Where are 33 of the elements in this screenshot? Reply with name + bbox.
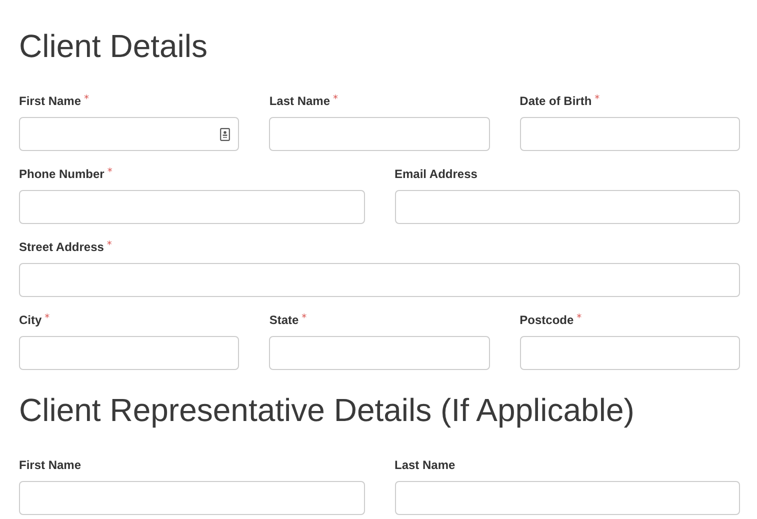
field-label: Last Name — [394, 458, 456, 473]
contact-card-icon[interactable] — [220, 128, 230, 140]
input-field[interactable] — [394, 190, 740, 224]
required-mark: * — [84, 94, 90, 106]
input-field[interactable] — [19, 263, 740, 297]
required-mark: * — [594, 94, 600, 106]
field-label: Postcode — [520, 313, 574, 328]
required-mark: * — [44, 313, 50, 325]
section-heading: Client Details — [19, 27, 209, 66]
field-label: Street Address — [19, 240, 104, 255]
input-field[interactable] — [19, 117, 240, 151]
required-mark: * — [302, 313, 307, 325]
required-mark: * — [106, 240, 112, 252]
required-mark: * — [576, 313, 582, 325]
input-field[interactable] — [19, 336, 240, 370]
input-field[interactable] — [19, 481, 364, 515]
field-label: City — [19, 313, 42, 328]
required-mark: * — [333, 94, 338, 106]
input-field[interactable] — [269, 336, 490, 370]
input-field[interactable] — [269, 117, 490, 151]
input-field[interactable] — [394, 481, 740, 515]
field-label: First Name — [19, 94, 82, 109]
section-heading: Client Representative Details (If Applicable) — [19, 391, 636, 430]
input-field[interactable] — [19, 190, 364, 224]
field-label: First Name — [19, 458, 82, 473]
input-field[interactable] — [520, 336, 740, 370]
field-label: Date of Birth — [520, 94, 592, 109]
required-mark: * — [107, 167, 112, 179]
field-label: State — [269, 313, 299, 328]
field-label: Phone Number — [19, 167, 104, 182]
input-field[interactable] — [520, 117, 740, 151]
field-label: Email Address — [394, 167, 478, 182]
field-label: Last Name — [269, 94, 330, 109]
